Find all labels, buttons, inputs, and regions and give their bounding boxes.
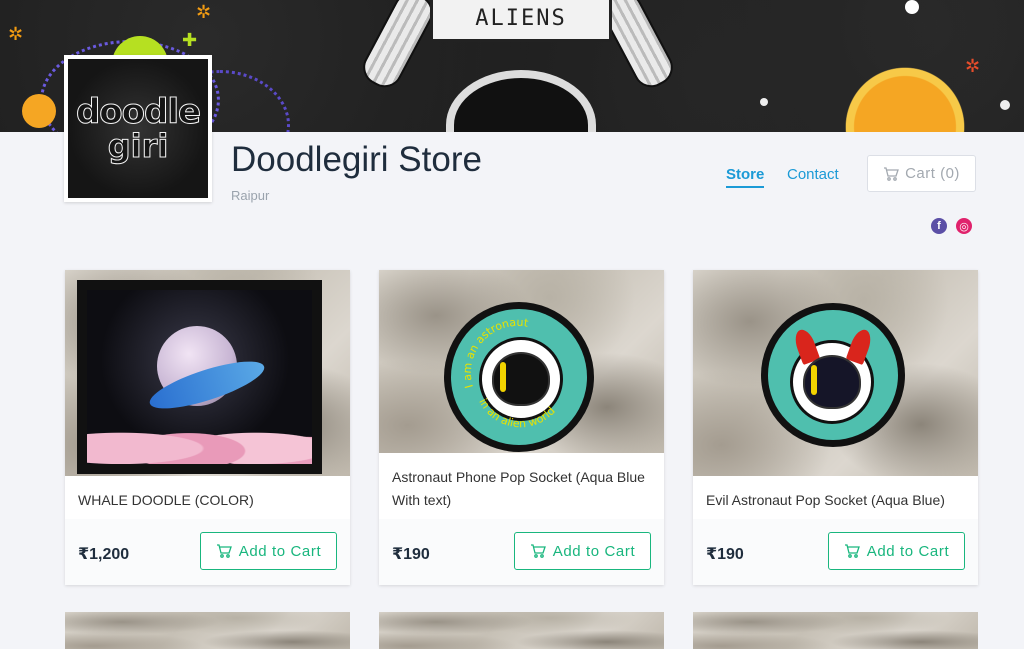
product-card-evil-astronaut-pop-socket[interactable]: Evil Astronaut Pop Socket (Aqua Blue) ₹1… (693, 270, 978, 585)
astronaut-helmet-drawing (790, 326, 875, 424)
pop-socket-text-bottom: in an alien world (476, 396, 557, 430)
svg-text:in an alien world: in an alien world (476, 396, 557, 430)
cart-icon (844, 544, 860, 558)
add-to-cart-label: Add to Cart (238, 542, 322, 560)
store-location: Raipur (231, 188, 270, 203)
helmet-visor (803, 355, 861, 409)
product-price: ₹190 (392, 546, 430, 563)
banner-dot (905, 0, 919, 14)
cart-icon (884, 166, 899, 181)
banner-sign: ALIENS (430, 0, 612, 42)
pop-socket-text: I am an astronaut in an alien world (461, 316, 558, 431)
picture-frame (77, 280, 322, 474)
devil-horn-right (845, 326, 875, 366)
svg-text:I am an astronaut: I am an astronaut (461, 316, 530, 390)
banner-dot (1000, 100, 1010, 110)
product-image[interactable] (693, 270, 978, 476)
facebook-icon[interactable]: f (931, 218, 947, 234)
pop-socket-image (761, 303, 905, 447)
banner-star-icon: ✲ (965, 56, 981, 77)
product-footer: ₹1,200 Add to Cart (65, 519, 350, 585)
nav-link-contact[interactable]: Contact (787, 166, 839, 183)
clouds-drawing (87, 412, 312, 464)
instagram-icon[interactable]: ◎ (956, 218, 972, 234)
pop-socket-text-top: I am an astronaut (461, 316, 530, 390)
pop-socket-face: I am an astronaut in an alien world (451, 309, 587, 445)
whale-artwork (87, 290, 312, 464)
product-card-partial[interactable] (693, 612, 978, 649)
store-logo[interactable]: doodle giri (64, 55, 212, 202)
product-price: ₹190 (706, 546, 744, 563)
product-card-whale-doodle[interactable]: WHALE DOODLE (COLOR) ₹1,200 Add to Cart (65, 270, 350, 585)
pop-socket-face (768, 310, 898, 440)
product-card-astronaut-pop-socket[interactable]: I am an astronaut in an alien world Astr… (379, 270, 664, 585)
store-title: Doodlegiri Store (231, 140, 482, 179)
product-title[interactable]: Evil Astronaut Pop Socket (Aqua Blue) (706, 489, 966, 512)
pop-socket-image: I am an astronaut in an alien world (444, 302, 594, 452)
product-footer: ₹190 Add to Cart (379, 519, 664, 585)
logo-text-line2: giri (107, 126, 169, 165)
banner-star-icon: ✲ (196, 2, 212, 23)
product-title[interactable]: Astronaut Phone Pop Socket (Aqua Blue Wi… (392, 466, 652, 512)
cart-icon (216, 544, 232, 558)
add-to-cart-button[interactable]: Add to Cart (200, 532, 337, 570)
add-to-cart-label: Add to Cart (552, 542, 636, 560)
banner-dot (760, 98, 768, 106)
cart-icon (530, 544, 546, 558)
product-card-partial[interactable] (65, 612, 350, 649)
add-to-cart-button[interactable]: Add to Cart (828, 532, 965, 570)
add-to-cart-label: Add to Cart (866, 542, 950, 560)
cart-button[interactable]: Cart (0) (867, 155, 976, 192)
store-logo-image: doodle giri (68, 59, 208, 198)
add-to-cart-button[interactable]: Add to Cart (514, 532, 651, 570)
product-card-partial[interactable] (379, 612, 664, 649)
logo-text-line1: doodle (75, 91, 201, 132)
product-footer: ₹190 Add to Cart (693, 519, 978, 585)
banner-planet (22, 94, 56, 128)
banner-star-icon: ✚ (182, 30, 198, 51)
product-price: ₹1,200 (78, 546, 130, 563)
banner-star-icon: ✲ (8, 24, 24, 45)
product-title[interactable]: WHALE DOODLE (COLOR) (78, 489, 338, 512)
product-image[interactable] (65, 270, 350, 476)
product-image[interactable]: I am an astronaut in an alien world (379, 270, 664, 453)
nav-link-store[interactable]: Store (726, 166, 765, 188)
cart-label: Cart (0) (905, 165, 960, 182)
